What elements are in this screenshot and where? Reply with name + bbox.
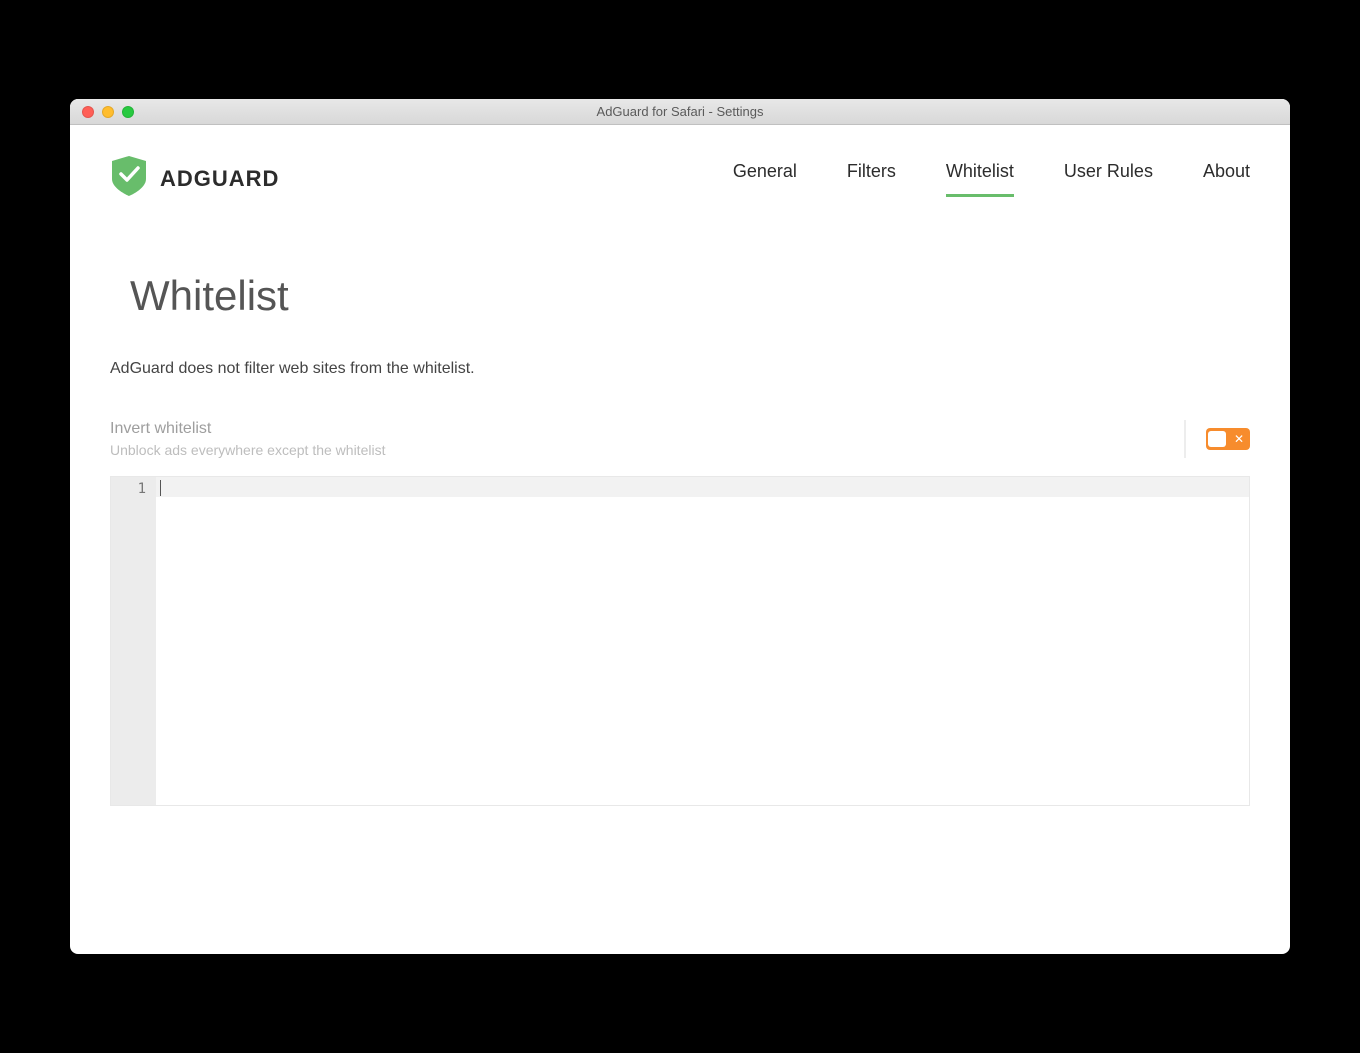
whitelist-editor: 1 xyxy=(110,476,1250,806)
invert-whitelist-row: Invert whitelist Unblock ads everywhere … xyxy=(110,420,1250,458)
page-description: AdGuard does not filter web sites from t… xyxy=(110,360,1250,378)
logo[interactable]: ADGUARD xyxy=(110,155,279,202)
header: ADGUARD General Filters Whitelist User R… xyxy=(110,155,1250,222)
toggle-knob xyxy=(1208,431,1226,447)
tab-about[interactable]: About xyxy=(1203,161,1250,197)
text-cursor xyxy=(160,480,161,496)
brand-text: ADGUARD xyxy=(160,166,279,192)
line-number: 1 xyxy=(115,481,146,497)
x-icon: ✕ xyxy=(1234,433,1244,445)
nav-tabs: General Filters Whitelist User Rules Abo… xyxy=(733,161,1250,197)
window-title: AdGuard for Safari - Settings xyxy=(70,104,1290,119)
invert-whitelist-sublabel: Unblock ads everywhere except the whitel… xyxy=(110,442,1164,458)
line-gutter: 1 xyxy=(111,477,156,805)
titlebar[interactable]: AdGuard for Safari - Settings xyxy=(70,99,1290,125)
tab-general[interactable]: General xyxy=(733,161,797,197)
content-area: ADGUARD General Filters Whitelist User R… xyxy=(70,125,1290,954)
whitelist-textarea[interactable] xyxy=(156,477,1249,805)
maximize-icon[interactable] xyxy=(122,106,134,118)
traffic-lights xyxy=(70,106,134,118)
minimize-icon[interactable] xyxy=(102,106,114,118)
shield-check-icon xyxy=(110,155,148,202)
close-icon[interactable] xyxy=(82,106,94,118)
tab-user-rules[interactable]: User Rules xyxy=(1064,161,1153,197)
invert-whitelist-label: Invert whitelist xyxy=(110,420,1164,438)
invert-whitelist-toggle[interactable]: ✕ xyxy=(1206,428,1250,450)
setting-text: Invert whitelist Unblock ads everywhere … xyxy=(110,420,1186,458)
tab-filters[interactable]: Filters xyxy=(847,161,896,197)
page-title: Whitelist xyxy=(130,272,1250,320)
active-line-highlight xyxy=(156,477,1249,497)
app-window: AdGuard for Safari - Settings ADGUARD Ge… xyxy=(70,99,1290,954)
tab-whitelist[interactable]: Whitelist xyxy=(946,161,1014,197)
